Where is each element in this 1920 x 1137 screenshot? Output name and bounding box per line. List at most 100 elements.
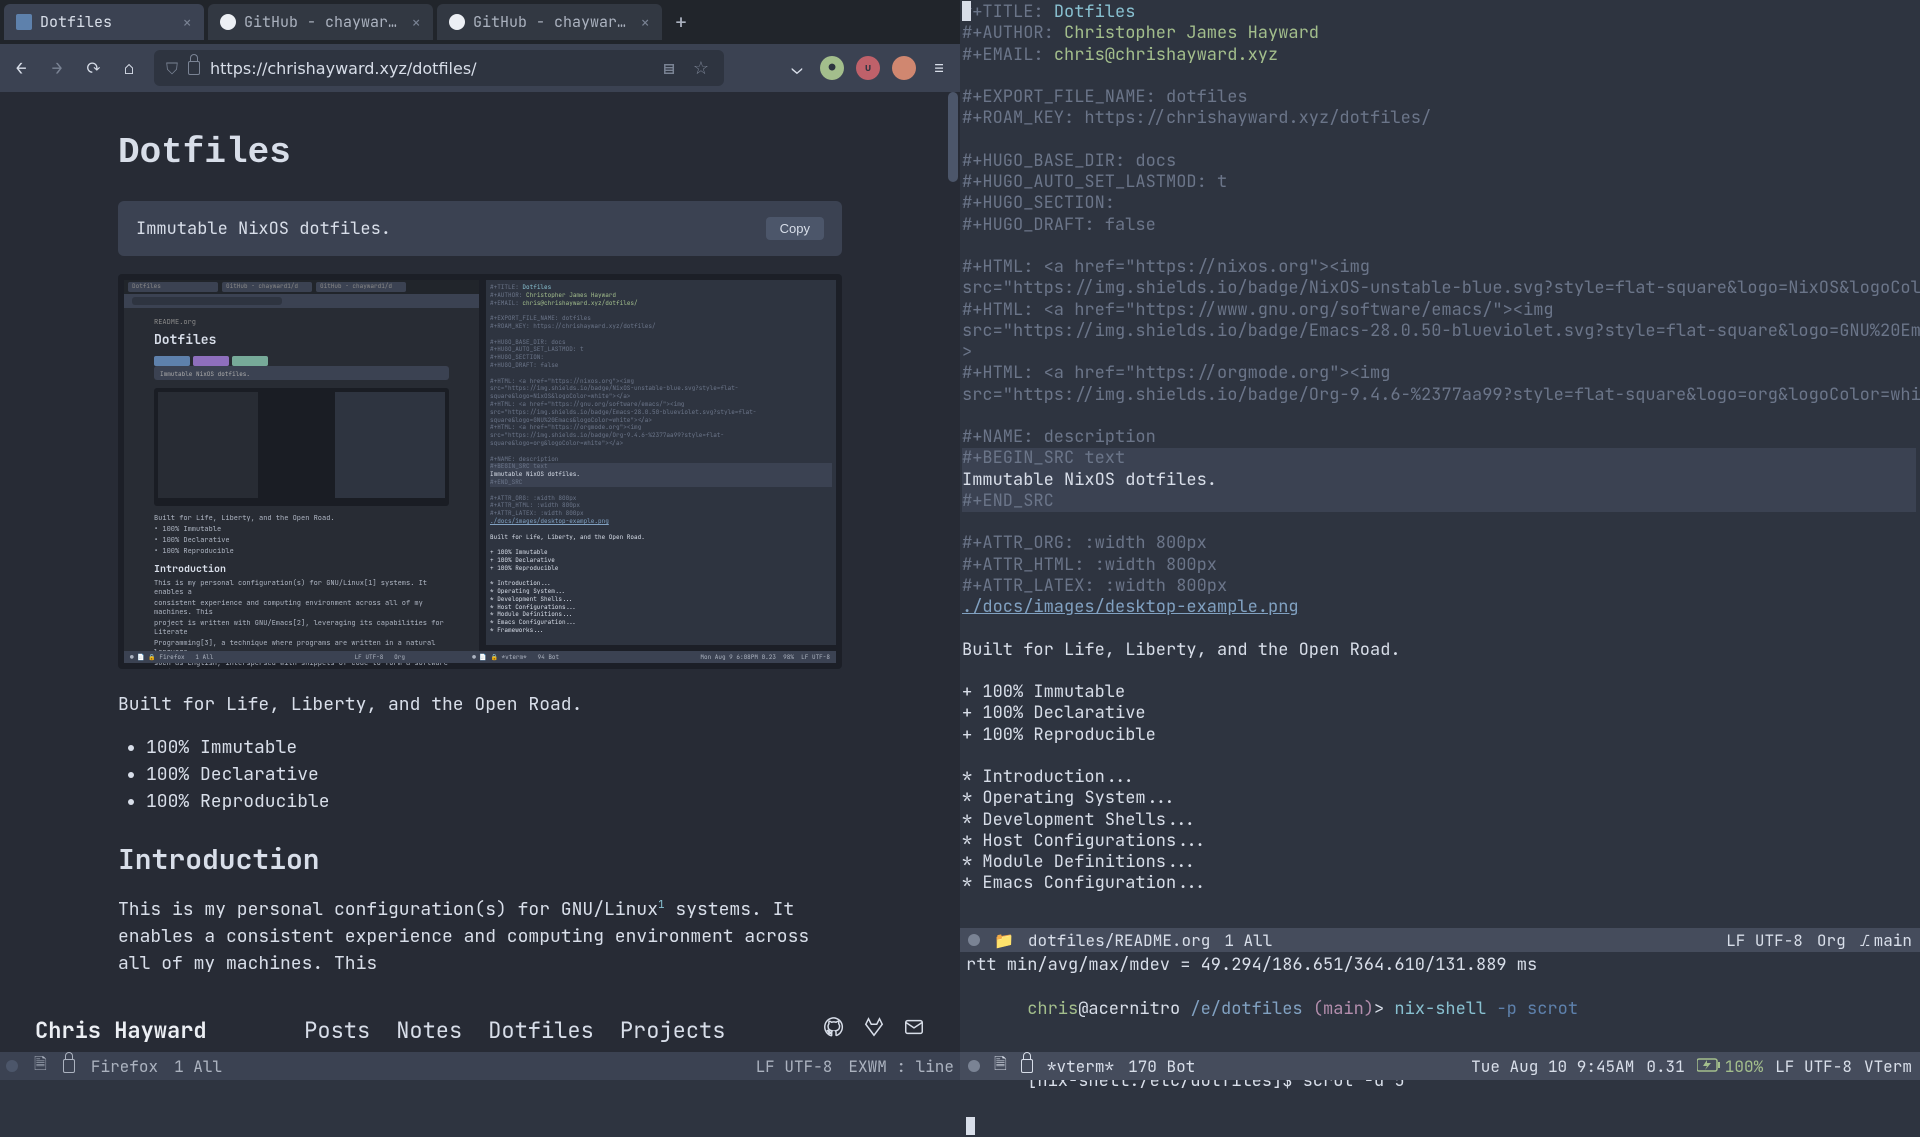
scrollbar: [946, 92, 960, 1052]
page-title: Dotfiles: [118, 132, 842, 173]
reader-icon[interactable]: ▤: [658, 57, 680, 79]
modified-dot-icon: [968, 934, 980, 946]
encoding: LF UTF-8: [1775, 1056, 1852, 1077]
tab-github-1[interactable]: GitHub - chayward1/dotf ×: [208, 4, 433, 40]
major-mode: Org: [1817, 930, 1846, 951]
file-icon: 🗎: [994, 1053, 1007, 1080]
pocket-icon[interactable]: ⌄: [786, 57, 808, 79]
menu-icon[interactable]: ≡: [928, 57, 950, 79]
intro-text-a: This is my personal configuration(s) for…: [118, 898, 658, 921]
back-icon[interactable]: ←: [10, 57, 32, 79]
new-tab-button[interactable]: +: [666, 7, 696, 37]
screenshot-image: DotfilesGitHub - chayward1/dGitHub - cha…: [118, 274, 842, 669]
footnote-link[interactable]: 1: [658, 898, 665, 912]
code-block: Immutable NixOS dotfiles. Copy: [118, 201, 842, 256]
close-icon[interactable]: ×: [640, 12, 650, 33]
page-content: Dotfiles Immutable NixOS dotfiles. Copy …: [0, 92, 960, 997]
close-icon[interactable]: ×: [411, 12, 421, 33]
copy-button[interactable]: Copy: [766, 217, 824, 240]
forward-icon[interactable]: →: [46, 57, 68, 79]
list-item: 100% Reproducible: [146, 790, 842, 813]
major-mode: VTerm: [1864, 1056, 1912, 1077]
terminal-modeline: 🗎 *vterm* 170 Bot Tue Aug 10 9:45AM 0.31…: [960, 1052, 1920, 1080]
lock-icon: [63, 1055, 75, 1078]
term-cmd: nix-shell: [1394, 998, 1486, 1020]
branch-icon: ⎇: [1860, 930, 1870, 951]
term-branch: (main): [1313, 998, 1374, 1020]
git-branch: ⎇ main: [1860, 930, 1912, 951]
term-user: chris: [1027, 998, 1078, 1020]
position: 170 Bot: [1128, 1056, 1195, 1077]
tab-label: GitHub - chayward1/dotf: [244, 12, 403, 32]
branch-name: main: [1874, 930, 1912, 951]
left-modeline: 🗎 Firefox 1 All LF UTF-8 EXWM : line: [0, 1052, 960, 1080]
tagline: Built for Life, Liberty, and the Open Ro…: [118, 693, 842, 716]
url-bar[interactable]: ⛉ https://chrishayward.xyz/dotfiles/ ▤ ☆: [154, 50, 724, 86]
email-icon[interactable]: [903, 1016, 925, 1044]
nav-notes[interactable]: Notes: [396, 1016, 462, 1045]
site-brand[interactable]: Chris Hayward: [35, 1016, 207, 1045]
feature-list: 100% Immutable 100% Declarative 100% Rep…: [118, 736, 842, 813]
github-icon[interactable]: [823, 1016, 845, 1044]
browser-nav-bar: ← → ⟳ ⌂ ⛉ https://chrishayward.xyz/dotfi…: [0, 44, 960, 92]
gitlab-icon[interactable]: [863, 1016, 885, 1044]
browser-content[interactable]: Dotfiles Immutable NixOS dotfiles. Copy …: [0, 92, 960, 1052]
nav-dotfiles[interactable]: Dotfiles: [488, 1016, 594, 1045]
buffer-path: dotfiles/README.org: [1028, 930, 1210, 951]
file-icon: 🗎: [34, 1053, 47, 1080]
scrollbar-thumb[interactable]: [948, 92, 958, 182]
modified-dot-icon: [968, 1060, 980, 1072]
github-icon: [220, 14, 236, 30]
browser-tab-bar: Dotfiles × GitHub - chayward1/dotf × Git…: [0, 0, 960, 44]
editor-modeline: 📁 dotfiles/README.org 1 All LF UTF-8 Org…: [960, 928, 1920, 952]
right-pane: #+TITLE: Dotfiles#+AUTHOR: Christopher J…: [960, 0, 1920, 1080]
tab-dotfiles[interactable]: Dotfiles ×: [4, 4, 204, 40]
home-icon[interactable]: ⌂: [118, 57, 140, 79]
tab-github-2[interactable]: GitHub - chayward1/dotf ×: [437, 4, 662, 40]
battery-icon: [1697, 1056, 1721, 1077]
site-social-icons: [823, 1016, 925, 1044]
terminal[interactable]: rtt min/avg/max/mdev = 49.294/186.651/36…: [960, 952, 1920, 1052]
term-cursor: [966, 1117, 975, 1135]
nav-projects[interactable]: Projects: [620, 1016, 726, 1045]
favicon-icon: [16, 14, 32, 30]
datetime: Tue Aug 10 9:45AM: [1471, 1056, 1634, 1077]
buffer-name: *vterm*: [1047, 1056, 1114, 1077]
major-mode: EXWM : line: [848, 1056, 954, 1077]
term-arg: -p scrot: [1496, 998, 1578, 1020]
battery-pct: 100%: [1725, 1056, 1763, 1077]
ublock-icon[interactable]: u: [856, 56, 880, 80]
tab-label: GitHub - chayward1/dotf: [473, 12, 632, 32]
battery-indicator: 100%: [1697, 1056, 1763, 1077]
encoding: LF UTF-8: [756, 1056, 833, 1077]
url-text: https://chrishayward.xyz/dotfiles/: [210, 59, 648, 78]
list-item: 100% Immutable: [146, 736, 842, 759]
tab-label: Dotfiles: [40, 12, 174, 32]
lock-icon: [1021, 1055, 1033, 1078]
extension-icon[interactable]: [892, 56, 916, 80]
modified-dot-icon: [6, 1060, 18, 1072]
position: 1 All: [1224, 930, 1272, 951]
folder-icon: 📁: [994, 930, 1014, 951]
shield-icon: ⛉: [166, 58, 178, 79]
term-path: /e/dotfiles: [1190, 998, 1302, 1020]
nav-posts[interactable]: Posts: [304, 1016, 370, 1045]
site-links: Posts Notes Dotfiles Projects: [304, 1016, 725, 1045]
lock-icon: [188, 57, 200, 80]
intro-paragraph: This is my personal configuration(s) for…: [118, 896, 842, 977]
org-editor[interactable]: #+TITLE: Dotfiles#+AUTHOR: Christopher J…: [960, 0, 1920, 928]
encoding: LF UTF-8: [1726, 930, 1803, 951]
intro-heading: Introduction: [118, 841, 842, 878]
list-item: 100% Declarative: [146, 763, 842, 786]
load-avg: 0.31: [1646, 1056, 1684, 1077]
prompt-arrow: >: [1374, 998, 1384, 1020]
site-nav: Chris Hayward Posts Notes Dotfiles Proje…: [0, 1008, 960, 1052]
extension-icons: ⌄ ● u ≡: [786, 56, 950, 80]
term-host: @acernitro: [1078, 998, 1180, 1020]
bookmark-icon[interactable]: ☆: [690, 57, 712, 79]
close-icon[interactable]: ×: [182, 12, 192, 33]
extension-badge[interactable]: ●: [820, 56, 844, 80]
code-text: Immutable NixOS dotfiles.: [136, 218, 391, 240]
reload-icon[interactable]: ⟳: [82, 57, 104, 79]
left-pane: Dotfiles × GitHub - chayward1/dotf × Git…: [0, 0, 960, 1080]
